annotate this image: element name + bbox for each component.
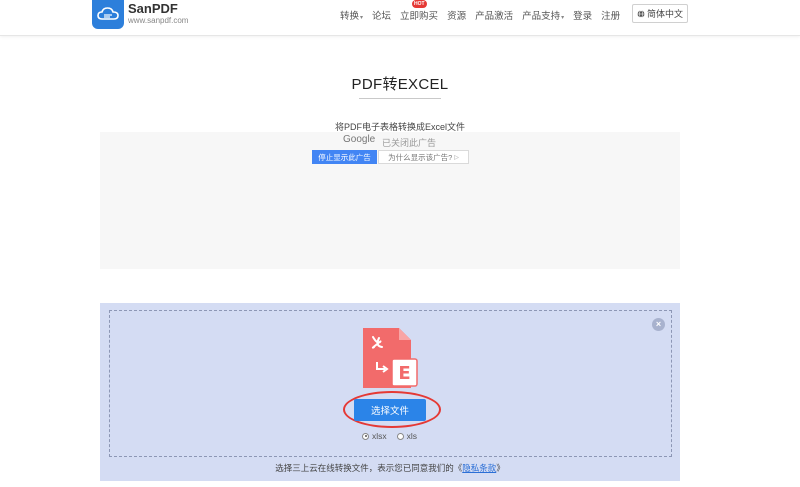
nav-login[interactable]: 登录 [573,8,592,22]
format-xlsx-label: xlsx [372,431,387,441]
why-ad-label: 为什么显示该广告? [388,152,453,162]
nav-activate[interactable]: 产品激活 [475,8,513,22]
logo-url: www.sanpdf.com [128,16,189,25]
format-options: xlsx xls [362,431,427,441]
choose-file-button[interactable]: 选择文件 [354,399,426,421]
nav-buy-now[interactable]: HOT 立即购买 [400,0,439,22]
nav-convert[interactable]: 转换▾ [340,8,363,22]
logo-name[interactable]: SanPDF [128,1,178,16]
nav-forum[interactable]: 论坛 [372,8,391,22]
stop-ad-button[interactable]: 停止显示此广告 [312,150,377,164]
language-button[interactable]: 简体中文 [632,4,688,23]
nav-activate-label: 产品激活 [475,11,514,22]
nav-support[interactable]: 产品支持▾ [522,8,564,22]
page-title: PDF转EXCEL [351,76,449,93]
why-ad-button[interactable]: 为什么显示该广告? ▷ [378,150,469,164]
language-label: 简体中文 [646,9,683,19]
nav-support-label: 产品支持 [522,11,561,22]
main-nav: 转换▾ 论坛 HOT 立即购买 资源 产品激活 产品支持▾ 登录 注册 [340,0,629,22]
nav-register-label: 注册 [601,11,621,22]
radio-xlsx[interactable] [362,432,369,440]
svg-text:E: E [398,363,410,384]
radio-xls[interactable] [396,432,404,440]
play-icon: ▷ [454,154,459,161]
nav-forum-label: 论坛 [372,11,392,22]
chevron-down-icon: ▾ [561,15,565,21]
nav-resources-label: 资源 [447,11,467,22]
nav-register[interactable]: 注册 [601,8,620,22]
cloud-logo-icon[interactable] [92,0,124,29]
nav-login-label: 登录 [573,11,593,22]
pdf-to-excel-icon: E [363,328,418,388]
title-divider [359,98,441,99]
nav-resources[interactable]: 资源 [447,8,466,22]
privacy-terms-link[interactable]: 隐私条款 [462,463,496,473]
nav-buy-now-label: 立即购买 [400,11,439,22]
terms-suffix: 》 [496,463,505,473]
format-xls-label: xls [406,431,418,441]
google-ad-logo: Google [343,134,376,145]
terms-notice: 选择三上云在线转换文件，表示您已同意我们的《隐私条款》 [0,462,780,474]
hot-badge: HOT [412,0,427,8]
globe-icon [637,9,645,18]
chevron-down-icon: ▾ [360,15,364,21]
close-icon[interactable]: × [652,318,665,331]
nav-convert-label: 转换 [340,11,360,22]
ad-closed-text: 已关闭此广告 [382,138,437,148]
terms-prefix: 选择三上云在线转换文件，表示您已同意我们的《 [275,463,463,473]
top-header: SanPDF www.sanpdf.com 转换▾ 论坛 HOT 立即购买 资源 … [0,0,800,36]
